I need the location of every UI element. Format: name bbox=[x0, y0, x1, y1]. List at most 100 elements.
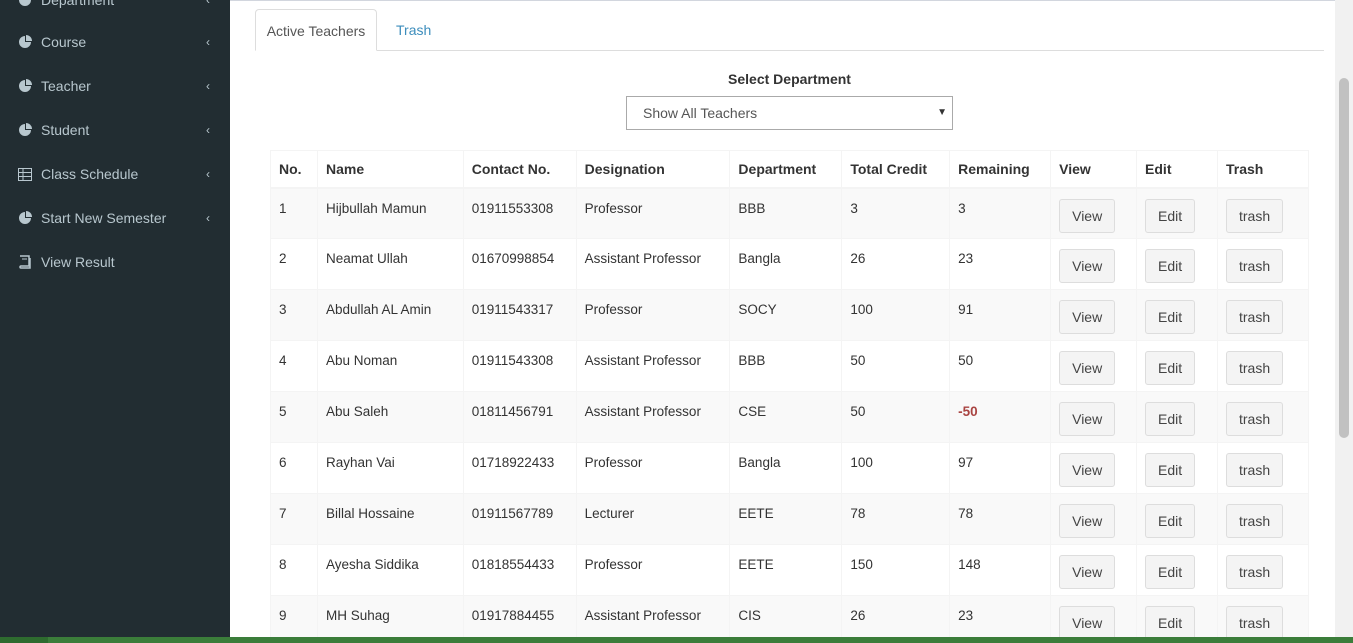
cell-name: MH Suhag bbox=[316, 595, 464, 643]
sidebar-item-course[interactable]: Course ‹ bbox=[0, 20, 230, 64]
edit-button[interactable]: Edit bbox=[1145, 555, 1196, 589]
edit-button[interactable]: Edit bbox=[1145, 402, 1196, 436]
trash-button[interactable]: trash bbox=[1225, 453, 1284, 487]
view-button[interactable]: View bbox=[1059, 351, 1116, 385]
cell-remaining: 148 bbox=[949, 544, 1052, 596]
pie-chart-icon bbox=[17, 210, 33, 226]
edit-button[interactable]: Edit bbox=[1145, 198, 1196, 233]
column-header: View bbox=[1050, 150, 1138, 189]
cell-designation: Assistant Professor bbox=[575, 391, 731, 443]
edit-button[interactable]: Edit bbox=[1145, 606, 1196, 640]
table-row: 6 Rayhan Vai 01718922433 Professor Bangla 100… bbox=[270, 442, 1310, 494]
sidebar-item-class-schedule[interactable]: Class Schedule ‹ bbox=[0, 152, 230, 196]
cell-no: 5 bbox=[270, 391, 318, 443]
cell-total-credit: 26 bbox=[841, 238, 951, 290]
cell-designation: Assistant Professor bbox=[575, 340, 731, 392]
sidebar-item-label: Department bbox=[41, 0, 115, 8]
cell-view: View bbox=[1050, 391, 1138, 443]
view-button[interactable]: View bbox=[1059, 249, 1116, 283]
sidebar: Department ‹ Course ‹ Teacher ‹ Student ‹ Class … bbox=[0, 0, 230, 643]
column-header: Remaining bbox=[949, 150, 1052, 189]
view-button[interactable]: View bbox=[1059, 300, 1116, 334]
cell-no: 6 bbox=[270, 442, 318, 494]
cell-view: View bbox=[1050, 289, 1138, 341]
cell-total-credit: 26 bbox=[841, 595, 951, 643]
sidebar-item-label: Course bbox=[41, 34, 87, 50]
view-button[interactable]: View bbox=[1059, 606, 1116, 640]
edit-button[interactable]: Edit bbox=[1145, 300, 1196, 334]
cell-view: View bbox=[1050, 442, 1138, 494]
cell-trash: trash bbox=[1216, 289, 1310, 341]
cell-contact: 01718922433 bbox=[462, 442, 577, 494]
trash-button[interactable]: trash bbox=[1225, 555, 1284, 589]
cell-designation: Assistant Professor bbox=[575, 595, 731, 643]
table-row: 7 Billal Hossaine 01911567789 Lecturer EETE 7… bbox=[270, 493, 1310, 545]
edit-button[interactable]: Edit bbox=[1145, 351, 1196, 385]
view-button[interactable]: View bbox=[1059, 504, 1116, 538]
tab-bar: Active Teachers Trash bbox=[255, 9, 1324, 51]
trash-button[interactable]: trash bbox=[1225, 351, 1284, 385]
cell-no: 3 bbox=[270, 289, 318, 341]
cell-view: View bbox=[1050, 340, 1138, 392]
tab-trash[interactable]: Trash bbox=[381, 9, 446, 51]
cell-edit: Edit bbox=[1136, 493, 1218, 545]
edit-button[interactable]: Edit bbox=[1145, 504, 1196, 538]
cell-contact: 01818554433 bbox=[462, 544, 577, 596]
cell-contact: 01911543317 bbox=[462, 289, 577, 341]
chevron-left-icon: ‹ bbox=[206, 79, 210, 93]
vertical-scrollbar[interactable] bbox=[1335, 0, 1353, 643]
cell-remaining: 50 bbox=[949, 340, 1052, 392]
trash-button[interactable]: trash bbox=[1225, 300, 1284, 334]
cell-name: Hijbullah Mamun bbox=[316, 187, 464, 239]
sidebar-item-view-result[interactable]: View Result bbox=[0, 240, 230, 284]
cell-department: SOCY bbox=[729, 289, 843, 341]
cell-name: Abu Noman bbox=[316, 340, 464, 392]
cell-designation: Lecturer bbox=[575, 493, 731, 545]
edit-button[interactable]: Edit bbox=[1145, 453, 1196, 487]
pie-chart-icon bbox=[17, 34, 33, 50]
scrollbar-thumb[interactable] bbox=[1339, 78, 1349, 438]
trash-button[interactable]: trash bbox=[1225, 198, 1284, 233]
cell-no: 9 bbox=[270, 595, 318, 643]
view-button[interactable]: View bbox=[1059, 402, 1116, 436]
column-header: Designation bbox=[575, 150, 731, 189]
cell-edit: Edit bbox=[1136, 391, 1218, 443]
cell-designation: Professor bbox=[575, 187, 731, 239]
sidebar-item-label: Student bbox=[41, 122, 90, 138]
cell-contact: 01670998854 bbox=[462, 238, 577, 290]
sidebar-item-teacher[interactable]: Teacher ‹ bbox=[0, 64, 230, 108]
cell-total-credit: 100 bbox=[841, 289, 951, 341]
view-button[interactable]: View bbox=[1059, 453, 1116, 487]
column-header: Total Credit bbox=[841, 150, 951, 189]
chevron-left-icon: ‹ bbox=[206, 35, 210, 49]
sidebar-item-department[interactable]: Department ‹ bbox=[0, 0, 230, 22]
view-button[interactable]: View bbox=[1059, 198, 1116, 233]
view-button[interactable]: View bbox=[1059, 555, 1116, 589]
cell-trash: trash bbox=[1216, 187, 1310, 239]
tab-active-teachers[interactable]: Active Teachers bbox=[255, 9, 377, 51]
cell-trash: trash bbox=[1216, 391, 1310, 443]
table-row: 1 Hijbullah Mamun 01911553308 Professor BBB 3… bbox=[270, 187, 1310, 239]
cell-no: 4 bbox=[270, 340, 318, 392]
cell-name: Abdullah AL Amin bbox=[316, 289, 464, 341]
sidebar-item-student[interactable]: Student ‹ bbox=[0, 108, 230, 152]
trash-button[interactable]: trash bbox=[1225, 402, 1284, 436]
cell-edit: Edit bbox=[1136, 289, 1218, 341]
department-select[interactable]: Show All Teachers ▼ bbox=[626, 96, 953, 130]
trash-button[interactable]: trash bbox=[1225, 249, 1284, 283]
cell-trash: trash bbox=[1216, 340, 1310, 392]
cell-view: View bbox=[1050, 187, 1138, 239]
trash-button[interactable]: trash bbox=[1225, 606, 1284, 640]
sidebar-item-start-new-semester[interactable]: Start New Semester ‹ bbox=[0, 196, 230, 240]
column-header: Department bbox=[729, 150, 843, 189]
pie-chart-icon bbox=[17, 122, 33, 138]
cell-remaining: 91 bbox=[949, 289, 1052, 341]
edit-button[interactable]: Edit bbox=[1145, 249, 1196, 283]
teacher-list-box: Active Teachers Trash Select Department … bbox=[230, 0, 1335, 643]
column-header: Edit bbox=[1136, 150, 1218, 189]
chevron-left-icon: ‹ bbox=[206, 167, 210, 181]
trash-button[interactable]: trash bbox=[1225, 504, 1284, 538]
cell-department: Bangla bbox=[729, 238, 843, 290]
dropdown-arrow-icon: ▼ bbox=[937, 107, 947, 118]
cell-remaining: 3 bbox=[949, 187, 1052, 239]
